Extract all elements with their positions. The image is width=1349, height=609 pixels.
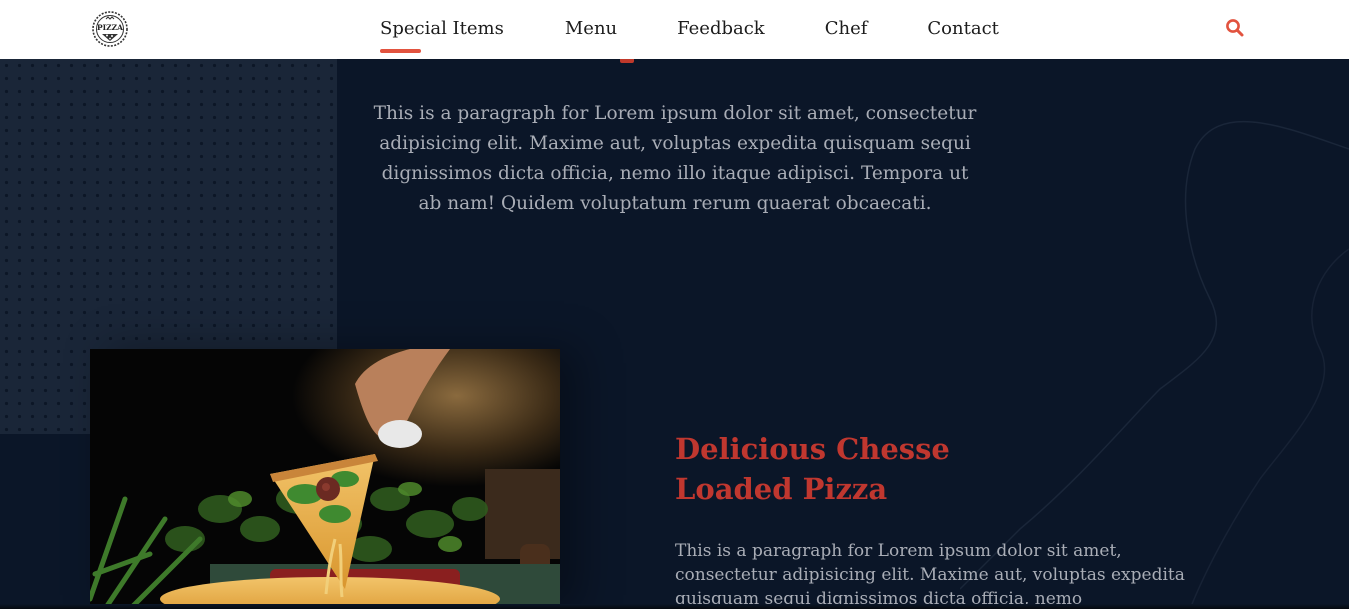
nav-link-label: Special Items: [380, 18, 504, 39]
nav-link-label: Menu: [564, 18, 618, 39]
feature-paragraph: This is a paragraph for Lorem ipsum dolo…: [675, 541, 1185, 609]
search-icon: [1226, 19, 1244, 37]
nav-link-feedback[interactable]: Feedback: [677, 0, 765, 59]
section-heading-overflow: [620, 59, 634, 63]
nav-link-label: Contact: [927, 18, 999, 39]
navbar: PIZZA Special Items Menu Feedback Chef C…: [0, 0, 1349, 59]
nav-link-contact[interactable]: Contact: [927, 0, 998, 59]
nav-link-menu[interactable]: Menu: [565, 0, 617, 59]
nav-link-special-items[interactable]: Special Items: [380, 0, 504, 59]
logo-badge-icon: PIZZA: [92, 11, 128, 47]
search-button[interactable]: [1224, 17, 1246, 39]
bottom-edge: [0, 604, 1349, 609]
logo-text: PIZZA: [97, 23, 123, 32]
intro-paragraph: This is a paragraph for Lorem ipsum dolo…: [373, 103, 977, 214]
pizza-image: [90, 349, 560, 609]
active-indicator: [380, 49, 421, 53]
pizza-logo[interactable]: PIZZA: [91, 10, 129, 48]
nav-link-label: Chef: [824, 18, 868, 39]
decorative-swirl: [960, 120, 1349, 609]
feature-title: Delicious Chesse Loaded Pizza: [675, 432, 950, 506]
nav-link-chef[interactable]: Chef: [825, 0, 868, 59]
nav-links: Special Items Menu Feedback Chef Contact: [380, 0, 999, 59]
nav-link-label: Feedback: [677, 18, 765, 39]
